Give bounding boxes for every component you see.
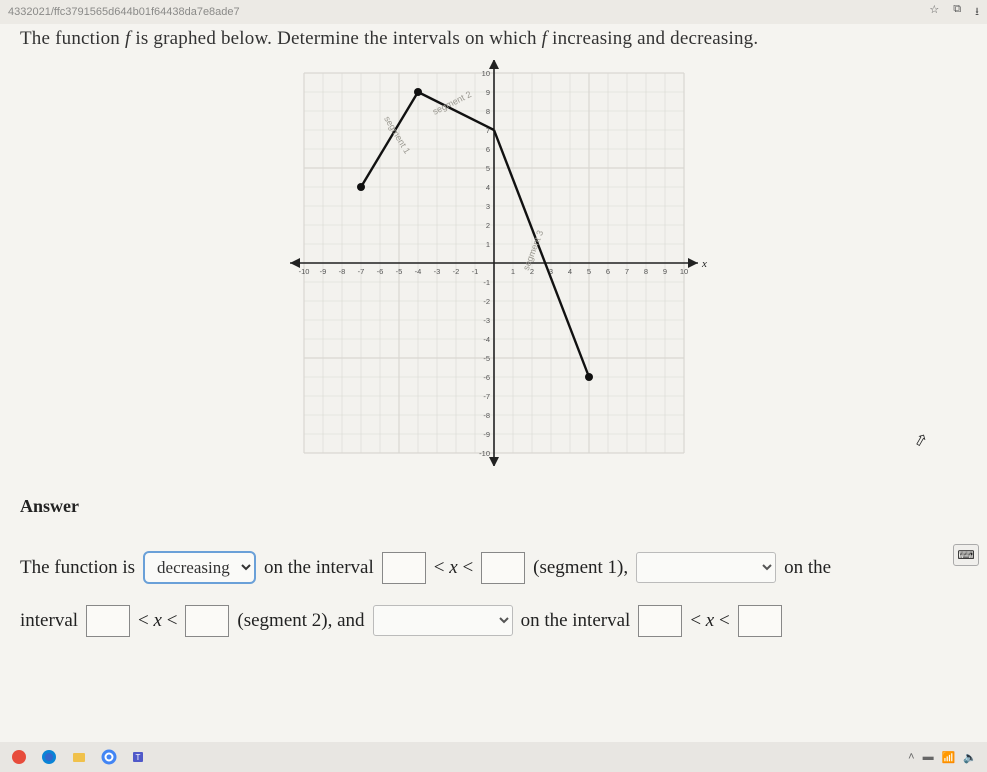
svg-text:-10: -10 bbox=[479, 449, 490, 458]
interval1-lower[interactable] bbox=[382, 552, 426, 584]
interval1-upper[interactable] bbox=[481, 552, 525, 584]
svg-text:-7: -7 bbox=[357, 267, 364, 276]
svg-text:-6: -6 bbox=[483, 373, 490, 382]
svg-text:2: 2 bbox=[485, 221, 489, 230]
tray-wifi-icon[interactable]: 📶 bbox=[942, 751, 956, 764]
chrome-icon[interactable] bbox=[100, 748, 118, 766]
star-icon[interactable]: ☆ bbox=[929, 3, 939, 22]
copy-icon[interactable]: ⧉ bbox=[953, 3, 961, 22]
svg-text:4: 4 bbox=[567, 267, 571, 276]
svg-text:10: 10 bbox=[679, 267, 687, 276]
q-mid: is graphed below. Determine the interval… bbox=[130, 28, 541, 49]
svg-text:-10: -10 bbox=[298, 267, 309, 276]
behavior-select-2[interactable] bbox=[636, 552, 776, 583]
teams-icon[interactable]: T bbox=[130, 748, 148, 766]
svg-text:1: 1 bbox=[510, 267, 514, 276]
tray-volume-icon[interactable]: 🔈 bbox=[963, 751, 977, 764]
interval-word: interval bbox=[20, 594, 78, 647]
x-lt-1: < x < bbox=[434, 541, 473, 594]
tray-chevron-icon[interactable]: ˄ bbox=[908, 751, 914, 763]
svg-text:-9: -9 bbox=[319, 267, 326, 276]
topbar-actions: ☆ ⧉ ⭳ bbox=[929, 3, 979, 22]
x-lt-3: < x < bbox=[690, 594, 729, 647]
interval2-lower[interactable] bbox=[86, 605, 130, 637]
svg-text:-1: -1 bbox=[471, 267, 478, 276]
browser-topbar: 4332021/ffc3791565d644b01f64438da7e8ade7… bbox=[0, 0, 987, 24]
svg-text:-2: -2 bbox=[452, 267, 459, 276]
x-lt-2: < x < bbox=[138, 594, 177, 647]
q-prefix: The function bbox=[20, 28, 125, 49]
svg-text:8: 8 bbox=[485, 107, 489, 116]
svg-text:-4: -4 bbox=[414, 267, 421, 276]
svg-text:10: 10 bbox=[481, 69, 489, 78]
behavior-select-1[interactable]: decreasing bbox=[143, 551, 256, 584]
svg-text:-9: -9 bbox=[483, 430, 490, 439]
graph-container: yx-10-10-9-9-8-8-7-7-6-6-5-5-4-4-3-3-2-2… bbox=[20, 60, 967, 466]
function-graph: yx-10-10-9-9-8-8-7-7-6-6-5-5-4-4-3-3-2-2… bbox=[264, 60, 724, 466]
svg-text:5: 5 bbox=[586, 267, 590, 276]
taskbar: T ˄ ▬ 📶 🔈 bbox=[0, 742, 987, 772]
question-text: The function f is graphed below. Determi… bbox=[20, 28, 967, 50]
svg-text:-8: -8 bbox=[338, 267, 345, 276]
taskbar-right: ˄ ▬ 📶 🔈 bbox=[908, 751, 977, 764]
page-content: The function f is graphed below. Determi… bbox=[0, 24, 987, 647]
svg-text:4: 4 bbox=[485, 183, 489, 192]
app-icon-1[interactable] bbox=[10, 748, 28, 766]
answer-row-1: The function is decreasing on the interv… bbox=[20, 541, 967, 594]
svg-text:6: 6 bbox=[485, 145, 489, 154]
behavior-select-3[interactable] bbox=[373, 605, 513, 636]
svg-text:-6: -6 bbox=[376, 267, 383, 276]
interval2-upper[interactable] bbox=[185, 605, 229, 637]
files-icon[interactable] bbox=[70, 748, 88, 766]
svg-text:-8: -8 bbox=[483, 411, 490, 420]
on-interval-2: on the interval bbox=[521, 594, 631, 647]
svg-text:3: 3 bbox=[485, 202, 489, 211]
svg-text:9: 9 bbox=[485, 88, 489, 97]
svg-text:-1: -1 bbox=[483, 278, 490, 287]
answer-body: The function is decreasing on the interv… bbox=[20, 541, 967, 647]
svg-text:6: 6 bbox=[605, 267, 609, 276]
interval3-upper[interactable] bbox=[738, 605, 782, 637]
taskbar-left: T bbox=[10, 748, 148, 766]
svg-text:-4: -4 bbox=[483, 335, 490, 344]
svg-text:8: 8 bbox=[643, 267, 647, 276]
interval3-lower[interactable] bbox=[638, 605, 682, 637]
svg-text:-2: -2 bbox=[483, 297, 490, 306]
on-the: on the bbox=[784, 541, 831, 594]
svg-text:x: x bbox=[701, 258, 707, 270]
edge-icon[interactable] bbox=[40, 748, 58, 766]
seg2-label: (segment 2), and bbox=[237, 594, 364, 647]
seg1-label: (segment 1), bbox=[533, 541, 628, 594]
svg-text:T: T bbox=[136, 753, 141, 762]
svg-text:1: 1 bbox=[485, 240, 489, 249]
svg-text:5: 5 bbox=[485, 164, 489, 173]
svg-text:-7: -7 bbox=[483, 392, 490, 401]
svg-text:-3: -3 bbox=[483, 316, 490, 325]
tray-battery-icon[interactable]: ▬ bbox=[923, 751, 934, 763]
download-icon[interactable]: ⭳ bbox=[975, 3, 979, 22]
svg-text:7: 7 bbox=[624, 267, 628, 276]
q-suffix: increasing and decreasing. bbox=[547, 28, 758, 49]
answer-heading: Answer bbox=[20, 496, 967, 517]
svg-text:9: 9 bbox=[662, 267, 666, 276]
line1-prefix: The function is bbox=[20, 541, 135, 594]
answer-row-2: interval < x < (segment 2), and on the i… bbox=[20, 594, 967, 647]
url-fragment: 4332021/ffc3791565d644b01f64438da7e8ade7 bbox=[8, 6, 240, 18]
on-interval-1: on the interval bbox=[264, 541, 374, 594]
svg-text:-5: -5 bbox=[395, 267, 402, 276]
svg-text:-3: -3 bbox=[433, 267, 440, 276]
svg-text:-5: -5 bbox=[483, 354, 490, 363]
keyboard-toggle-icon[interactable]: ⌨ bbox=[953, 544, 979, 566]
